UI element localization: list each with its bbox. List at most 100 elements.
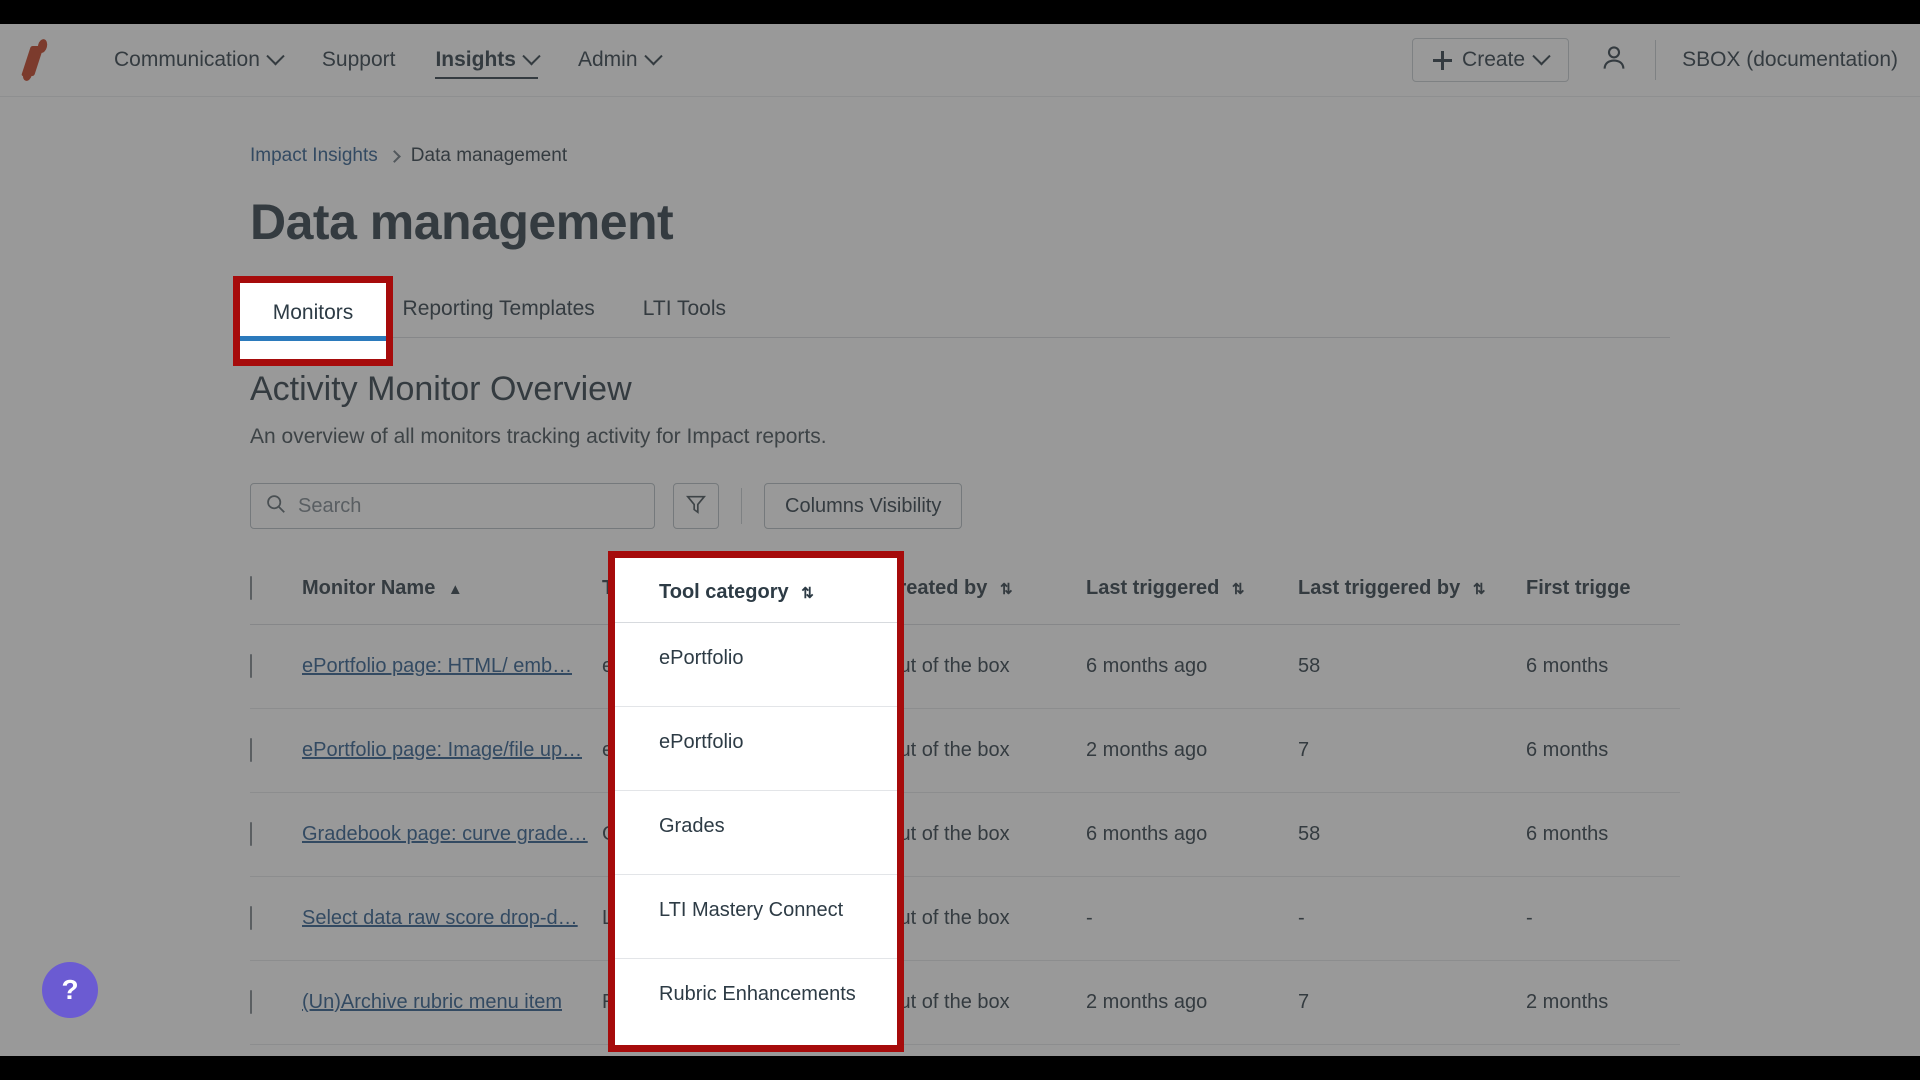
row-checkbox[interactable] bbox=[250, 654, 252, 678]
nav-item-communication[interactable]: Communication bbox=[94, 24, 302, 97]
nav-item-communication-label: Communication bbox=[114, 48, 260, 71]
section-title: Activity Monitor Overview bbox=[250, 370, 632, 408]
nav-item-admin[interactable]: Admin bbox=[558, 24, 680, 97]
table-header-created-by-label: Created by bbox=[884, 577, 988, 599]
nav-item-support-label: Support bbox=[321, 48, 396, 71]
nav-item-support[interactable]: Support bbox=[302, 24, 416, 97]
tool-category-header-label: Tool category bbox=[659, 581, 789, 603]
header-divider bbox=[615, 622, 897, 623]
table-row: ePortfolio page: Image/file up… ePortfol… bbox=[250, 708, 1680, 793]
chevron-down-icon bbox=[643, 46, 663, 65]
table-header-monitor-name[interactable]: Monitor Name ▲ bbox=[302, 563, 602, 625]
tab-lti-tools-label: LTI Tools bbox=[642, 297, 727, 320]
table-row: Select data raw score drop-d… LTI Master… bbox=[250, 876, 1680, 961]
account-name-label: SBOX (documentation) bbox=[1682, 48, 1898, 71]
row-checkbox-cell bbox=[250, 792, 302, 877]
cell-monitor-name: Select data raw score drop-d… bbox=[302, 876, 602, 961]
table-header-row: Monitor Name ▲ Tool category ⇅ Created b… bbox=[250, 563, 1680, 625]
tab-reporting-templates-label: Reporting Templates bbox=[402, 297, 595, 320]
cell-last-triggered: 2 months ago bbox=[1086, 708, 1298, 793]
tool-category-header-highlighted[interactable]: Tool category ⇅ bbox=[659, 581, 814, 604]
table-header-last-triggered-by[interactable]: Last triggered by ⇅ bbox=[1298, 563, 1526, 625]
top-navigation-bar: Communication Support Insights Admin Cre… bbox=[0, 24, 1920, 97]
table-row: (Un)Archive rubric menu item Rubric Enha… bbox=[250, 960, 1680, 1045]
nav-item-insights[interactable]: Insights bbox=[415, 24, 558, 97]
columns-visibility-button[interactable]: Columns Visibility bbox=[764, 483, 963, 529]
table-header-first-triggered[interactable]: First trigge bbox=[1526, 563, 1680, 625]
monitor-name-link[interactable]: ePortfolio page: Image/file up… bbox=[302, 739, 582, 762]
cell-monitor-name: ePortfolio page: HTML/ emb… bbox=[302, 624, 602, 709]
cell-created-by: Out of the box bbox=[884, 876, 1086, 961]
create-button[interactable]: Create bbox=[1412, 38, 1570, 82]
tab-lti-tools[interactable]: LTI Tools bbox=[619, 287, 750, 337]
tab-reporting-templates[interactable]: Reporting Templates bbox=[379, 287, 619, 337]
cell-created-by: Out of the box bbox=[884, 792, 1086, 877]
breadcrumb-link-impact-insights[interactable]: Impact Insights bbox=[250, 145, 378, 167]
cell-last-triggered-by: 7 bbox=[1298, 708, 1526, 793]
table-header-created-by[interactable]: Created by ⇅ bbox=[884, 563, 1086, 625]
chevron-down-icon bbox=[1532, 46, 1551, 65]
sort-ascending-icon: ▲ bbox=[447, 581, 463, 598]
cell-last-triggered-by: 7 bbox=[1298, 960, 1526, 1045]
monitor-name-link[interactable]: Gradebook page: curve grade… bbox=[302, 823, 588, 846]
sort-icon: ⇅ bbox=[801, 585, 814, 602]
monitors-tab-highlight-label: Monitors bbox=[272, 301, 354, 324]
table-header-last-triggered-label: Last triggered bbox=[1086, 577, 1220, 599]
section-subtitle: An overview of all monitors tracking act… bbox=[250, 425, 827, 448]
table-toolbar: Columns Visibility bbox=[250, 483, 1920, 529]
cell-monitor-name: Gradebook page: curve grade… bbox=[302, 792, 602, 877]
row-checkbox[interactable] bbox=[250, 738, 252, 762]
toolbar-divider bbox=[741, 488, 742, 524]
sort-icon: ⇅ bbox=[1231, 581, 1245, 598]
instructure-logo-icon[interactable] bbox=[14, 37, 60, 83]
monitor-name-link[interactable]: ePortfolio page: HTML/ emb… bbox=[302, 655, 572, 678]
cell-last-triggered: 6 months ago bbox=[1086, 792, 1298, 877]
letterbox-bottom bbox=[0, 1056, 1920, 1080]
table-header-first-triggered-label: First trigge bbox=[1526, 577, 1631, 599]
row-divider bbox=[615, 706, 897, 707]
page-content: Impact Insights Data management Data man… bbox=[0, 145, 1920, 1045]
row-checkbox[interactable] bbox=[250, 990, 252, 1014]
tool-category-value: LTI Mastery Connect bbox=[659, 899, 844, 921]
table-row: Gradebook page: curve grade… Grades Out … bbox=[250, 792, 1680, 877]
user-account-icon[interactable] bbox=[1599, 43, 1629, 78]
row-checkbox[interactable] bbox=[250, 906, 252, 930]
cell-first-triggered: 2 months bbox=[1526, 960, 1680, 1045]
nav-item-insights-label: Insights bbox=[435, 48, 516, 71]
row-checkbox[interactable] bbox=[250, 822, 252, 846]
select-all-checkbox[interactable] bbox=[250, 576, 252, 600]
tool-category-value: Grades bbox=[659, 815, 725, 837]
search-box[interactable] bbox=[250, 483, 655, 529]
row-checkbox-cell bbox=[250, 624, 302, 709]
cell-monitor-name: ePortfolio page: Image/file up… bbox=[302, 708, 602, 793]
cell-created-by: Out of the box bbox=[884, 960, 1086, 1045]
monitor-name-link[interactable]: Select data raw score drop-d… bbox=[302, 907, 578, 930]
help-button[interactable]: ? bbox=[42, 962, 98, 1018]
cell-first-triggered: - bbox=[1526, 876, 1680, 961]
highlight-monitors-tab-cutout: Monitors bbox=[240, 283, 386, 359]
monitors-table: Monitor Name ▲ Tool category ⇅ Created b… bbox=[250, 563, 1680, 1045]
chevron-down-icon bbox=[522, 46, 541, 65]
tool-category-value: ePortfolio bbox=[659, 647, 744, 669]
columns-visibility-label: Columns Visibility bbox=[785, 494, 942, 517]
breadcrumb-current: Data management bbox=[410, 145, 568, 166]
page-title: Data management bbox=[250, 194, 674, 250]
cell-last-triggered: 6 months ago bbox=[1086, 624, 1298, 709]
create-button-label: Create bbox=[1462, 48, 1526, 71]
search-input[interactable] bbox=[298, 494, 640, 518]
cell-last-triggered: - bbox=[1086, 876, 1298, 961]
tab-bar: Monitors Reporting Templates LTI Tools bbox=[250, 287, 1670, 338]
screenshot-root: Communication Support Insights Admin Cre… bbox=[0, 0, 1920, 1080]
table-header-last-triggered[interactable]: Last triggered ⇅ bbox=[1086, 563, 1298, 625]
nav-right-group: Create SBOX (documentation) bbox=[1412, 38, 1920, 82]
application-window: Communication Support Insights Admin Cre… bbox=[0, 24, 1920, 1056]
table-header-last-triggered-by-label: Last triggered by bbox=[1298, 577, 1461, 599]
filter-button[interactable] bbox=[673, 483, 719, 529]
monitor-name-link[interactable]: (Un)Archive rubric menu item bbox=[302, 991, 562, 1014]
table-header-monitor-name-label: Monitor Name bbox=[302, 577, 436, 599]
monitors-tab-highlighted[interactable]: Monitors bbox=[240, 283, 386, 359]
tool-category-value: ePortfolio bbox=[659, 731, 744, 753]
cell-last-triggered: 2 months ago bbox=[1086, 960, 1298, 1045]
cell-last-triggered-by: 58 bbox=[1298, 792, 1526, 877]
cell-first-triggered: 6 months bbox=[1526, 708, 1680, 793]
